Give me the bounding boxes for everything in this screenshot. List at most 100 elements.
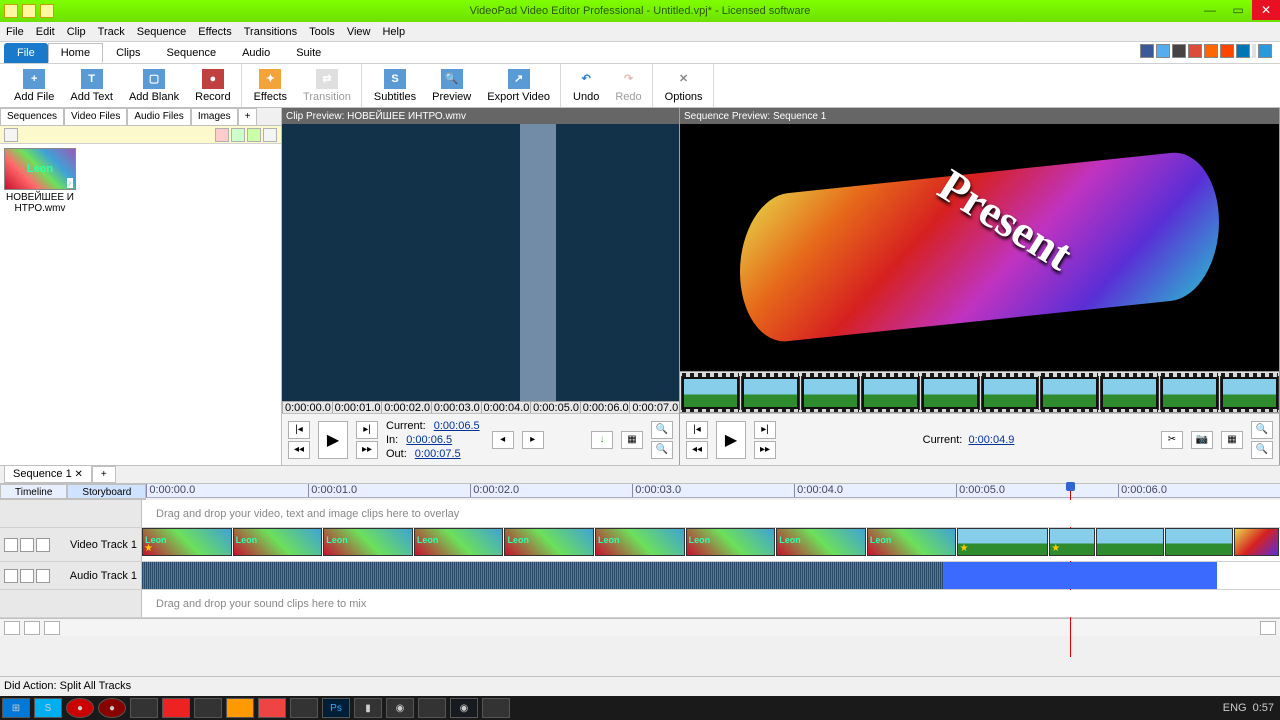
- start-button[interactable]: ⊞: [2, 698, 30, 718]
- menu-view[interactable]: View: [347, 26, 371, 38]
- zoom-slider-icon[interactable]: [1260, 621, 1276, 635]
- taskbar-lang[interactable]: ENG: [1223, 702, 1247, 714]
- track-solo-icon[interactable]: [20, 569, 34, 583]
- filmstrip-frame[interactable]: [861, 376, 920, 410]
- reddit-icon[interactable]: [1220, 44, 1234, 58]
- taskbar-app-icon[interactable]: [482, 698, 510, 718]
- taskbar-ps-icon[interactable]: Ps: [322, 698, 350, 718]
- effects-button[interactable]: ✦Effects: [250, 67, 291, 105]
- taskbar-app-icon[interactable]: [418, 698, 446, 718]
- taskbar-skype-icon[interactable]: S: [34, 698, 62, 718]
- clip-ruler[interactable]: 0:00:00.00:00:01.00:00:02.00:00:03.00:00…: [282, 401, 679, 413]
- video-clip[interactable]: Leon: [414, 528, 504, 556]
- next-frame-button[interactable]: ▸|: [356, 421, 378, 439]
- filmstrip-frame[interactable]: [801, 376, 860, 410]
- taskbar-steam-icon[interactable]: ◉: [450, 698, 478, 718]
- filmstrip-frame[interactable]: [741, 376, 800, 410]
- video-clip[interactable]: ★Leon: [142, 528, 232, 556]
- audio-track[interactable]: [142, 562, 1280, 589]
- filmstrip-frame[interactable]: [1040, 376, 1099, 410]
- goto-start-button[interactable]: ◂◂: [288, 441, 310, 459]
- clip-selection[interactable]: [520, 124, 556, 401]
- insert-icon[interactable]: [247, 128, 261, 142]
- add-media-icon[interactable]: [231, 128, 245, 142]
- export-video-button[interactable]: ↗Export Video: [483, 67, 554, 105]
- seq-prev-frame-button[interactable]: |◂: [686, 421, 708, 439]
- menu-effects[interactable]: Effects: [198, 26, 231, 38]
- facebook-icon[interactable]: [1140, 44, 1154, 58]
- audio-clip[interactable]: [1075, 562, 1217, 589]
- help-icon[interactable]: [1258, 44, 1272, 58]
- seq-goto-end-button[interactable]: ▸▸: [754, 441, 776, 459]
- video-clip[interactable]: [1234, 528, 1279, 556]
- media-tab-add[interactable]: +: [238, 108, 258, 125]
- menu-track[interactable]: Track: [98, 26, 125, 38]
- sequence-viewer[interactable]: Present: [680, 124, 1279, 371]
- twitter-icon[interactable]: [1156, 44, 1170, 58]
- subtitles-button[interactable]: SSubtitles: [370, 67, 420, 105]
- prev-frame-button[interactable]: |◂: [288, 421, 310, 439]
- gplus-icon[interactable]: [1188, 44, 1202, 58]
- media-tab-audio-files[interactable]: Audio Files: [127, 108, 190, 125]
- close-button[interactable]: ✕: [1252, 0, 1280, 20]
- media-tab-images[interactable]: Images: [191, 108, 238, 125]
- video-clip[interactable]: Leon: [233, 528, 323, 556]
- delete-icon[interactable]: [215, 128, 229, 142]
- ribbon-tab-suite[interactable]: Suite: [283, 43, 334, 63]
- seq-zoom-in-icon[interactable]: 🔍: [1251, 421, 1273, 439]
- add-sequence-button[interactable]: +: [92, 466, 116, 483]
- clip-options-button[interactable]: ▦: [621, 431, 643, 449]
- filmstrip-frame[interactable]: [1160, 376, 1219, 410]
- video-clip[interactable]: Leon: [504, 528, 594, 556]
- zoom-in-button[interactable]: [24, 621, 40, 635]
- qa-new-icon[interactable]: [4, 4, 18, 18]
- taskbar-app-icon[interactable]: [162, 698, 190, 718]
- seq-next-frame-button[interactable]: ▸|: [754, 421, 776, 439]
- video-clip[interactable]: Leon: [323, 528, 413, 556]
- seq-current-time[interactable]: 0:00:04.9: [969, 434, 1015, 446]
- storyboard-view-tab[interactable]: Storyboard: [67, 484, 146, 499]
- media-bin[interactable]: Leon НОВЕЙШЕЕ ИНТРО.wmv: [0, 144, 281, 465]
- clip-out-time[interactable]: 0:00:07.5: [415, 448, 461, 460]
- audio-clip[interactable]: [142, 562, 944, 589]
- options-button[interactable]: ✕Options: [661, 67, 707, 105]
- split-button[interactable]: ✂: [1161, 431, 1183, 449]
- track-lock-icon[interactable]: [20, 538, 34, 552]
- clip-waveform-view[interactable]: [282, 124, 679, 401]
- goto-end-button[interactable]: ▸▸: [356, 441, 378, 459]
- audio-clip[interactable]: [944, 562, 1075, 589]
- zoom-fit-button[interactable]: [44, 621, 60, 635]
- sequence-tab[interactable]: Sequence 1 ✕: [4, 465, 92, 483]
- mix-track[interactable]: Drag and drop your sound clips here to m…: [142, 590, 1280, 617]
- add-blank-button[interactable]: ▢Add Blank: [125, 67, 183, 105]
- linkedin-icon[interactable]: [1236, 44, 1250, 58]
- timeline-ruler[interactable]: 0:00:00.00:00:01.00:00:02.00:00:03.00:00…: [146, 484, 1280, 498]
- track-fx-icon[interactable]: [36, 569, 50, 583]
- minimize-button[interactable]: —: [1196, 0, 1224, 20]
- set-in-button[interactable]: ◂: [492, 431, 514, 449]
- blogger-icon[interactable]: [1204, 44, 1218, 58]
- sequence-filmstrip[interactable]: [680, 371, 1279, 413]
- filmstrip-frame[interactable]: [1220, 376, 1279, 410]
- taskbar-cmd-icon[interactable]: ▮: [354, 698, 382, 718]
- media-tab-sequences[interactable]: Sequences: [0, 108, 64, 125]
- track-fx-icon[interactable]: [36, 538, 50, 552]
- zoom-in-icon[interactable]: 🔍: [651, 421, 673, 439]
- menu-file[interactable]: File: [6, 26, 24, 38]
- video-clip[interactable]: Leon: [595, 528, 685, 556]
- transition-button[interactable]: ⇄Transition: [299, 67, 355, 105]
- preview-button[interactable]: 🔍Preview: [428, 67, 475, 105]
- add-text-button[interactable]: TAdd Text: [66, 67, 117, 105]
- taskbar-app-icon[interactable]: [290, 698, 318, 718]
- filmstrip-frame[interactable]: [681, 376, 740, 410]
- folder-up-icon[interactable]: [4, 128, 18, 142]
- ribbon-tab-audio[interactable]: Audio: [229, 43, 283, 63]
- add-file-button[interactable]: +Add File: [10, 67, 58, 105]
- menu-clip[interactable]: Clip: [67, 26, 86, 38]
- record-button[interactable]: ●Record: [191, 67, 234, 105]
- seq-goto-start-button[interactable]: ◂◂: [686, 441, 708, 459]
- ribbon-tab-file[interactable]: File: [4, 43, 48, 63]
- video-clip[interactable]: Leon: [867, 528, 957, 556]
- detach-preview-button[interactable]: ▦: [1221, 431, 1243, 449]
- qa-save-icon[interactable]: [40, 4, 54, 18]
